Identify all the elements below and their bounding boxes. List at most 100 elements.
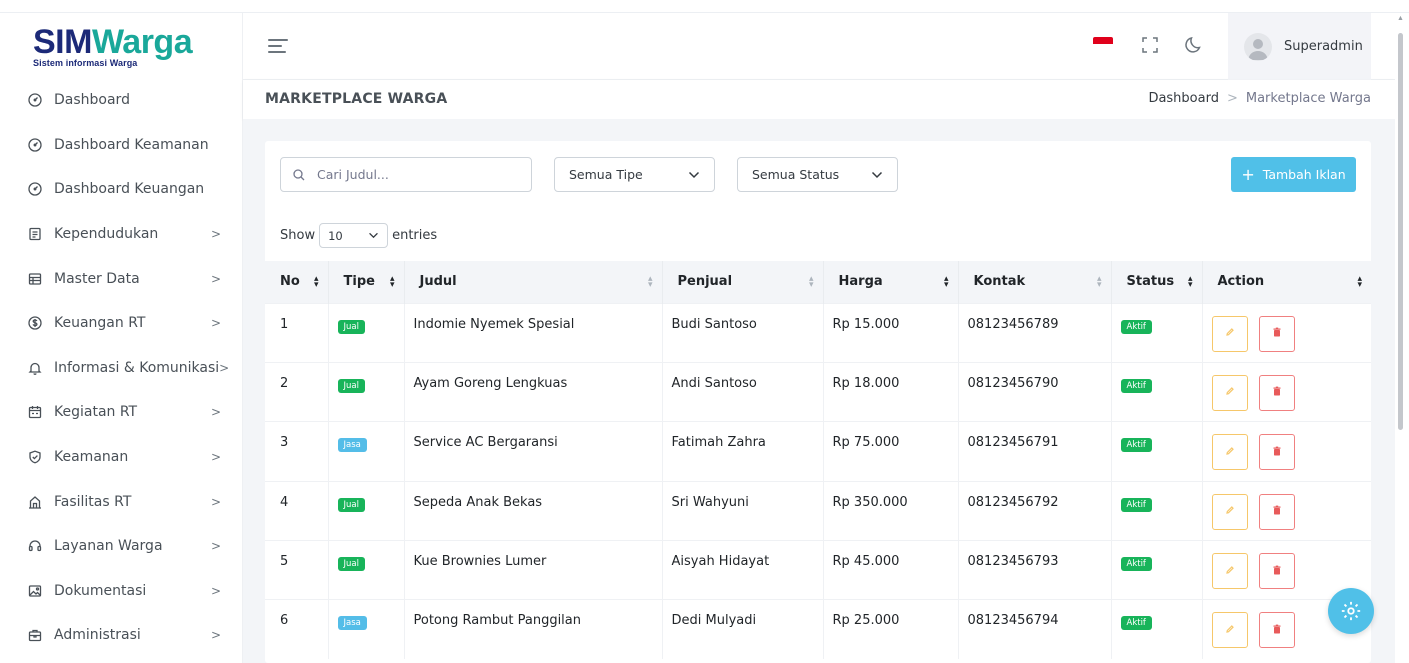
- column-header-harga[interactable]: Harga ▴ ▾: [823, 261, 959, 303]
- sidebar-item-label: Layanan Warga: [54, 538, 163, 555]
- status-filter-value: Semua Status: [752, 167, 840, 182]
- entries-length-control: Show 10 entries: [280, 223, 437, 248]
- status-badge: Aktif: [1120, 616, 1152, 631]
- sidebar-item-fasilitas-rt[interactable]: Fasilitas RT >: [0, 479, 243, 524]
- sort-icon: ▴ ▾: [1096, 274, 1102, 290]
- sort-icon: ▴ ▾: [647, 274, 653, 290]
- cell-action: [1202, 480, 1371, 541]
- cell-status: Aktif: [1111, 302, 1203, 363]
- dashboard-gauge-icon: [28, 182, 42, 197]
- entries-suffix: entries: [392, 228, 438, 243]
- cell-judul: Potong Rambut Panggilan: [404, 599, 663, 660]
- settings-fab-button[interactable]: [1328, 588, 1374, 634]
- sidebar-item-informasi-komunikasi[interactable]: Informasi & Komunikasi >: [0, 346, 243, 391]
- delete-button[interactable]: [1258, 434, 1295, 471]
- sidebar-item-label: Kependudukan: [54, 226, 159, 243]
- logo-wordmark: SIMWarga: [33, 25, 193, 59]
- fullscreen-icon[interactable]: [1141, 36, 1159, 54]
- table-row: 1 Jual Indomie Nyemek Spesial Budi Santoso R…: [265, 302, 1371, 363]
- edit-button[interactable]: [1211, 612, 1248, 649]
- cell-tipe: Jual: [328, 361, 405, 422]
- user-menu[interactable]: Superadmin: [1228, 13, 1371, 80]
- page-title-bar: MARKETPLACE WARGA Dashboard > Marketplace …: [243, 80, 1395, 119]
- edit-button[interactable]: [1211, 553, 1248, 590]
- menu-toggle-icon[interactable]: [268, 39, 288, 57]
- dark-mode-moon-icon[interactable]: [1184, 35, 1204, 55]
- chevron-right-icon: >: [210, 628, 221, 643]
- breadcrumb: Dashboard > Marketplace Warga: [1148, 91, 1371, 106]
- delete-button[interactable]: [1258, 315, 1295, 352]
- cell-kontak: 08123456793: [958, 540, 1112, 600]
- sidebar-item-master-data[interactable]: Master Data >: [0, 256, 243, 301]
- trash-icon: [1272, 385, 1282, 400]
- chevron-right-icon: >: [210, 227, 221, 242]
- cell-harga: Rp 45.000: [823, 540, 959, 600]
- sidebar-item-dokumentasi[interactable]: Dokumentasi >: [0, 569, 243, 614]
- cell-judul: Service AC Bergaransi: [404, 421, 663, 482]
- column-header-no[interactable]: No ▴ ▾: [265, 261, 329, 303]
- column-header-judul[interactable]: Judul ▴ ▾: [404, 261, 663, 303]
- sidebar-item-kegiatan-rt[interactable]: Kegiatan RT >: [0, 390, 243, 435]
- sidebar-item-dashboard-keamanan[interactable]: Dashboard Keamanan: [0, 123, 243, 168]
- delete-button[interactable]: [1258, 374, 1295, 411]
- column-header-tipe[interactable]: Tipe ▴ ▾: [328, 261, 405, 303]
- cell-harga: Rp 18.000: [823, 361, 959, 422]
- sidebar-item-dashboard[interactable]: Dashboard: [0, 78, 243, 123]
- entries-select[interactable]: 10: [319, 223, 389, 248]
- column-header-action[interactable]: Action ▴ ▾: [1202, 261, 1371, 303]
- table-icon: [28, 272, 42, 286]
- table-row: 2 Jual Ayam Goreng Lengkuas Andi Santoso Rp …: [265, 361, 1371, 422]
- column-header-kontak[interactable]: Kontak ▴ ▾: [958, 261, 1112, 303]
- scroll-up-arrow[interactable]: ▲: [1397, 15, 1404, 22]
- search-input[interactable]: [317, 167, 517, 182]
- search-box[interactable]: [280, 157, 532, 192]
- edit-button[interactable]: [1211, 434, 1248, 471]
- sidebar-item-administrasi[interactable]: Administrasi >: [0, 613, 243, 658]
- status-badge: Aktif: [1120, 319, 1152, 334]
- cell-penjual: Sri Wahyuni: [662, 480, 824, 541]
- cell-tipe: Jual: [328, 302, 405, 363]
- chevron-right-icon: >: [210, 405, 221, 420]
- cell-tipe: Jual: [328, 540, 405, 600]
- cell-judul: Kue Brownies Lumer: [404, 540, 663, 600]
- sidebar-item-layanan-warga[interactable]: Layanan Warga >: [0, 524, 243, 569]
- status-badge: Aktif: [1120, 438, 1152, 453]
- plus-icon: +: [1241, 164, 1255, 184]
- cell-no: 6: [265, 599, 329, 660]
- indonesia-flag-icon[interactable]: [1093, 37, 1113, 51]
- tipe-filter-select[interactable]: Semua Tipe: [554, 157, 715, 192]
- sidebar-item-label: Dokumentasi: [54, 582, 147, 599]
- breadcrumb-home-link[interactable]: Dashboard: [1148, 91, 1219, 106]
- add-listing-button[interactable]: + Tambah Iklan: [1231, 157, 1356, 192]
- delete-button[interactable]: [1258, 493, 1295, 530]
- cell-action: [1202, 421, 1371, 482]
- scrollbar-thumb[interactable]: [1398, 33, 1403, 430]
- app-logo[interactable]: SIMWarga Sistem informasi Warga: [33, 25, 193, 68]
- avatar: [1244, 32, 1272, 61]
- edit-button[interactable]: [1211, 374, 1248, 411]
- cell-judul: Ayam Goreng Lengkuas: [404, 361, 663, 422]
- delete-button[interactable]: [1258, 612, 1295, 649]
- sidebar-item-keuangan-rt[interactable]: Keuangan RT >: [0, 301, 243, 346]
- column-header-status[interactable]: Status ▴ ▾: [1111, 261, 1203, 303]
- tipe-badge: Jual: [337, 557, 365, 572]
- cell-status: Aktif: [1111, 480, 1203, 541]
- status-filter-select[interactable]: Semua Status: [737, 157, 898, 192]
- sidebar-item-kependudukan[interactable]: Kependudukan >: [0, 212, 243, 257]
- column-header-penjual[interactable]: Penjual ▴ ▾: [662, 261, 824, 303]
- sort-icon: ▴ ▾: [313, 274, 319, 290]
- delete-button[interactable]: [1258, 553, 1295, 590]
- image-icon: [28, 584, 42, 598]
- chevron-right-icon: >: [210, 316, 221, 331]
- cell-kontak: 08123456792: [958, 480, 1112, 541]
- tipe-badge: Jasa: [337, 616, 367, 631]
- sidebar-item-dashboard-keuangan[interactable]: Dashboard Keuangan: [0, 167, 243, 212]
- trash-icon: [1272, 623, 1282, 638]
- cell-kontak: 08123456789: [958, 302, 1112, 363]
- id-card-icon: [28, 227, 42, 241]
- sidebar-item-keamanan[interactable]: Keamanan >: [0, 435, 243, 480]
- edit-button[interactable]: [1211, 315, 1248, 352]
- edit-button[interactable]: [1211, 493, 1248, 530]
- table-header-row: No ▴ ▾ Tipe ▴ ▾ Judul ▴ ▾ Penjual ▴ ▾ Harga ▴ ▾ Ko…: [265, 261, 1371, 303]
- cell-no: 4: [265, 480, 329, 541]
